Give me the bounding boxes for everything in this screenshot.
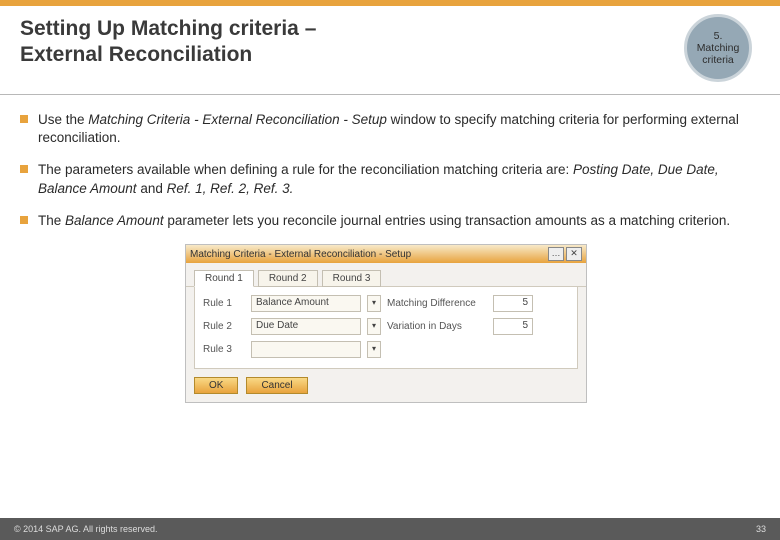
bullet-2-text: The parameters available when defining a… xyxy=(38,161,752,197)
rule-1-param-value[interactable]: 5 xyxy=(493,295,533,312)
slide-title: Setting Up Matching criteria – External … xyxy=(20,16,684,69)
bullet-icon xyxy=(20,165,28,173)
tab-round-2[interactable]: Round 2 xyxy=(258,270,318,287)
bullet-icon xyxy=(20,115,28,123)
window-titlebar: Matching Criteria - External Reconciliat… xyxy=(186,245,586,263)
t: and xyxy=(137,181,167,196)
close-button[interactable]: ✕ xyxy=(566,247,582,261)
bullet-icon xyxy=(20,216,28,224)
dropdown-icon[interactable]: ▾ xyxy=(367,318,381,335)
mock-setup-window: Matching Criteria - External Reconciliat… xyxy=(185,244,587,403)
rules-grid: Rule 1 Balance Amount ▾ Matching Differe… xyxy=(203,295,569,358)
bullet-2: The parameters available when defining a… xyxy=(20,161,752,197)
rule-1-select[interactable]: Balance Amount xyxy=(251,295,361,312)
badge-number: 5. xyxy=(714,30,723,42)
rule-2-label: Rule 2 xyxy=(203,321,245,332)
bullet-1-text: Use the Matching Criteria - External Rec… xyxy=(38,111,752,147)
rule-3-select[interactable] xyxy=(251,341,361,358)
window-title: Matching Criteria - External Reconciliat… xyxy=(190,249,548,260)
dropdown-icon[interactable]: ▾ xyxy=(367,295,381,312)
rule-1-label: Rule 1 xyxy=(203,298,245,309)
step-badge: 5. Matching criteria xyxy=(684,14,752,82)
t: parameter lets you reconcile journal ent… xyxy=(164,213,731,228)
title-line-2: External Reconciliation xyxy=(20,43,252,66)
bullet-1: Use the Matching Criteria - External Rec… xyxy=(20,111,752,147)
rule-3-label: Rule 3 xyxy=(203,344,245,355)
window-controls: … ✕ xyxy=(548,247,582,261)
window-tabs: Round 1 Round 2 Round 3 xyxy=(186,263,586,287)
t: Balance Amount xyxy=(65,213,164,228)
rule-2-select[interactable]: Due Date xyxy=(251,318,361,335)
badge-line-1: Matching xyxy=(697,42,740,54)
minimize-button[interactable]: … xyxy=(548,247,564,261)
rule-2-param-label: Variation in Days xyxy=(387,321,487,332)
cancel-button[interactable]: Cancel xyxy=(246,377,307,394)
rule-2-param-value[interactable]: 5 xyxy=(493,318,533,335)
rule-1-param-label: Matching Difference xyxy=(387,298,487,309)
page-number: 33 xyxy=(756,524,766,534)
t: Matching Criteria - External Reconciliat… xyxy=(88,112,387,127)
window-body: Rule 1 Balance Amount ▾ Matching Differe… xyxy=(194,287,578,369)
bullet-3-text: The Balance Amount parameter lets you re… xyxy=(38,212,752,230)
slide-body: Use the Matching Criteria - External Rec… xyxy=(0,95,780,403)
tab-round-3[interactable]: Round 3 xyxy=(322,270,382,287)
slide-header: Setting Up Matching criteria – External … xyxy=(0,6,780,95)
t: Use the xyxy=(38,112,88,127)
t: The parameters available when defining a… xyxy=(38,162,573,177)
badge-line-2: criteria xyxy=(702,54,734,66)
t: Ref. 1, Ref. 2, Ref. 3. xyxy=(167,181,294,196)
window-footer: OK Cancel xyxy=(186,369,586,402)
slide-footer: © 2014 SAP AG. All rights reserved. 33 xyxy=(0,518,780,540)
bullet-3: The Balance Amount parameter lets you re… xyxy=(20,212,752,230)
t: The xyxy=(38,213,65,228)
tab-round-1[interactable]: Round 1 xyxy=(194,270,254,287)
copyright-text: © 2014 SAP AG. All rights reserved. xyxy=(14,524,756,534)
dropdown-icon[interactable]: ▾ xyxy=(367,341,381,358)
title-line-1: Setting Up Matching criteria – xyxy=(20,17,316,40)
ok-button[interactable]: OK xyxy=(194,377,238,394)
